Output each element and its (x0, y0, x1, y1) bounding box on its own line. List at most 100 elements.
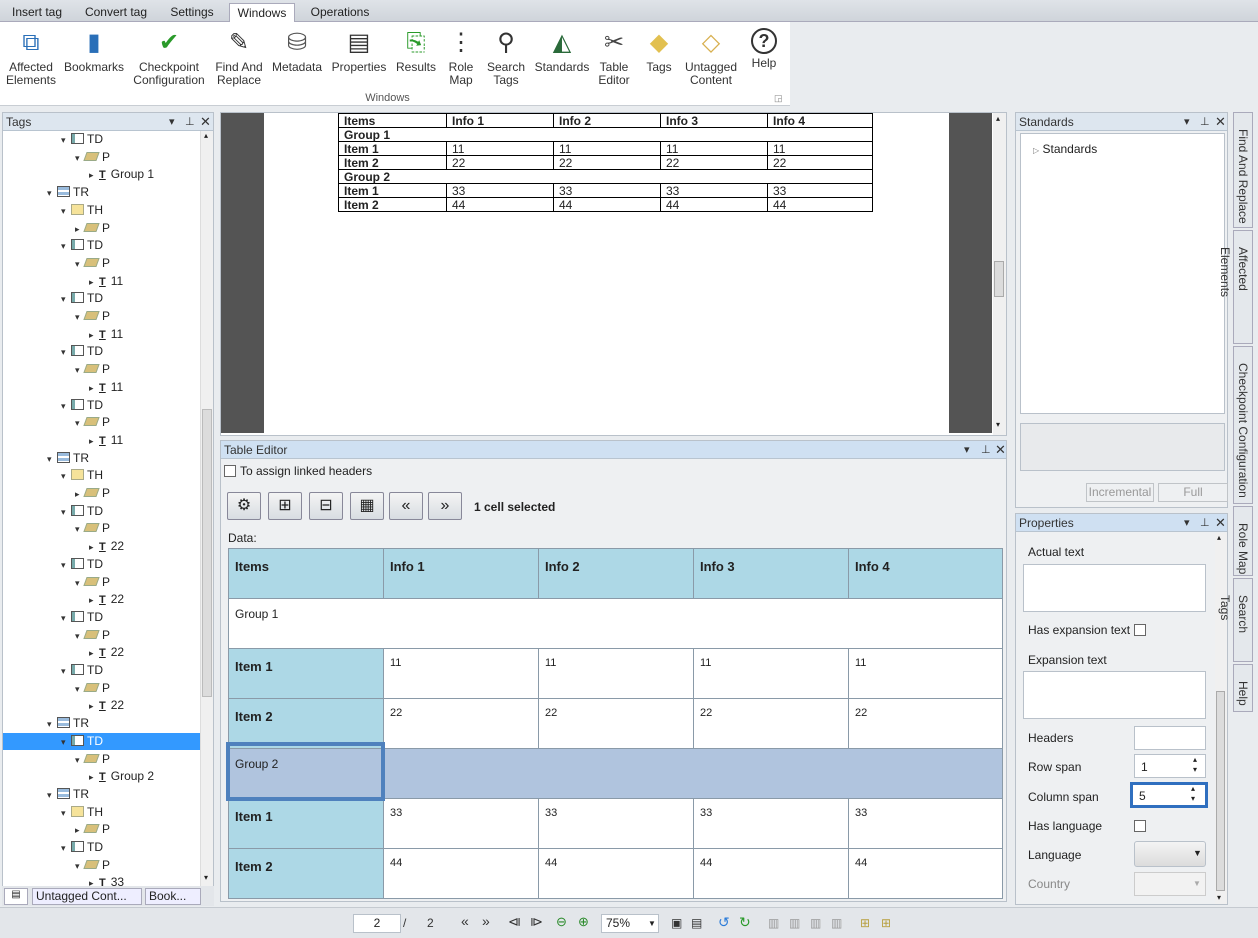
collapse-arrow-icon[interactable]: ▾ (61, 663, 71, 680)
std-menu-icon[interactable]: ▾ (1184, 113, 1190, 131)
document-table-cell[interactable]: Item 2 (338, 155, 447, 170)
document-table-cell[interactable]: Group 2 (338, 169, 873, 184)
column-span-stepper[interactable]: 5 ▴ ▾ (1130, 782, 1208, 808)
grid-data-cell[interactable]: 22 (538, 698, 694, 749)
panel-menu-icon[interactable]: ▾ (169, 113, 175, 131)
document-table-cell[interactable]: 44 (553, 197, 661, 212)
vtab-checkpoint-configuration[interactable]: Checkpoint Configuration (1233, 346, 1253, 504)
collapse-arrow-icon[interactable]: ▾ (61, 840, 71, 857)
tab-windows[interactable]: Windows (229, 3, 295, 23)
document-table-cell[interactable]: Items (338, 113, 447, 128)
collapse-arrow-icon[interactable]: ▾ (61, 132, 71, 149)
ribbon-button-metadata[interactable]: ⛁ Metadata (270, 24, 324, 74)
std-close-icon[interactable]: ✕ (1215, 113, 1226, 131)
collapse-arrow-icon[interactable]: ▾ (47, 451, 57, 468)
tag-tree-item[interactable]: ▾ TH (3, 202, 200, 219)
grid-header-cell[interactable]: Info 1 (383, 548, 539, 599)
document-table-cell[interactable]: 44 (660, 197, 768, 212)
document-table[interactable]: Items Info 1 Info 2 Info 3 Info 4 Group 1 Item… (338, 113, 873, 212)
props-scroll-down-icon[interactable]: ▾ (1217, 893, 1221, 902)
tag-tree-item[interactable]: ▾ P (3, 255, 200, 272)
tab-convert-tag[interactable]: Convert tag (78, 3, 154, 22)
tab-insert-tag[interactable]: Insert tag (4, 3, 70, 22)
ribbon-button-help[interactable]: ? Help (745, 24, 783, 70)
te-pin-icon[interactable]: ⊥ (981, 441, 991, 459)
document-table-cell[interactable]: Info 3 (660, 113, 768, 128)
tag-tree-item[interactable]: ▸ T 22 (3, 538, 200, 555)
expand-arrow-icon[interactable]: ▸ (89, 539, 99, 556)
dialog-launcher-icon[interactable]: ◲ (774, 93, 783, 104)
page-tool-2-icon[interactable]: ▥ (789, 916, 800, 930)
tag-tree-item[interactable]: ▾ TD (3, 237, 200, 254)
expand-arrow-icon[interactable]: ▸ (89, 274, 99, 291)
table-tool-2-icon[interactable]: ⊞ (881, 916, 891, 930)
zoom-out-icon[interactable]: ⊖ (556, 914, 567, 930)
tag-tree-item[interactable]: ▾ TD (3, 839, 200, 856)
previous-button[interactable]: « (389, 492, 423, 520)
spin-up-icon[interactable]: ▴ (1193, 755, 1197, 764)
grid-data-cell[interactable]: 22 (383, 698, 539, 749)
doc-scroll-thumb[interactable] (994, 261, 1004, 297)
tag-tree-item[interactable]: ▸ P (3, 220, 200, 237)
grid-data-cell[interactable]: 33 (693, 798, 849, 849)
collapse-arrow-icon[interactable]: ▾ (61, 805, 71, 822)
collapse-arrow-icon[interactable]: ▾ (61, 203, 71, 220)
tag-tree-item[interactable]: ▸ P (3, 821, 200, 838)
tag-tree-item[interactable]: ▾ P (3, 857, 200, 874)
document-table-cell[interactable]: 33 (446, 183, 554, 198)
assign-row-header-button[interactable]: ▦ (350, 492, 384, 520)
tab-operations[interactable]: Operations (302, 3, 378, 22)
standards-root-item[interactable]: ▷ Standards (1033, 142, 1097, 156)
tag-tree-item[interactable]: ▸ T 22 (3, 591, 200, 608)
expand-arrow-icon[interactable]: ▸ (89, 380, 99, 397)
assign-column-header-button[interactable]: ⊟ (309, 492, 343, 520)
tag-tree-item[interactable]: ▾ TR (3, 184, 200, 201)
collapse-arrow-icon[interactable]: ▾ (61, 734, 71, 751)
fit-page-icon[interactable]: ▣ (671, 916, 682, 930)
has-language-checkbox[interactable] (1134, 820, 1146, 832)
document-table-cell[interactable]: 11 (446, 141, 554, 156)
cell-properties-button[interactable]: ⚙ (227, 492, 261, 520)
tag-tree-item[interactable]: ▾ TD (3, 732, 200, 751)
tag-tree-item[interactable]: ▾ TD (3, 503, 200, 520)
props-menu-icon[interactable]: ▾ (1184, 514, 1190, 532)
document-table-cell[interactable]: Group 1 (338, 127, 873, 142)
tag-tree-item[interactable]: ▸ T 11 (3, 273, 200, 290)
collapse-arrow-icon[interactable]: ▾ (61, 504, 71, 521)
headers-input[interactable] (1134, 726, 1206, 750)
tag-tree-item[interactable]: ▾ P (3, 149, 200, 166)
tag-tree-item[interactable]: ▸ T 11 (3, 326, 200, 343)
tag-tree-item[interactable]: ▸ T Group 2 (3, 768, 200, 785)
document-table-cell[interactable]: 44 (767, 197, 873, 212)
grid-group-cell[interactable]: Group 1 (228, 598, 1003, 649)
grid-data-cell[interactable]: 33 (538, 798, 694, 849)
tag-tree-item[interactable]: ▾ TD (3, 662, 200, 679)
doc-scrollbar[interactable]: ▴ ▾ (993, 113, 1006, 435)
next-button[interactable]: » (428, 492, 462, 520)
tag-tree-item[interactable]: ▾ P (3, 520, 200, 537)
collapse-arrow-icon[interactable]: ▾ (61, 557, 71, 574)
tag-tree-item[interactable]: ▸ T 11 (3, 432, 200, 449)
document-table-cell[interactable]: 11 (553, 141, 661, 156)
collapse-arrow-icon[interactable]: ▾ (47, 787, 57, 804)
tag-tree-item[interactable]: ▾ P (3, 414, 200, 431)
rotate-right-icon[interactable]: ↻ (739, 914, 751, 931)
fit-width-icon[interactable]: ▤ (691, 916, 702, 930)
tag-tree-item[interactable]: ▸ T 22 (3, 644, 200, 661)
zoom-in-icon[interactable]: ⊕ (578, 914, 589, 930)
collapse-arrow-icon[interactable]: ▾ (47, 185, 57, 202)
collapse-arrow-icon[interactable]: ▾ (61, 238, 71, 255)
expand-arrow-icon[interactable]: ▸ (89, 433, 99, 450)
rotate-left-icon[interactable]: ↺ (718, 914, 730, 931)
grid-data-cell[interactable]: 44 (383, 848, 539, 899)
document-table-cell[interactable]: Item 2 (338, 197, 447, 212)
grid-data-cell[interactable]: 33 (848, 798, 1003, 849)
page-number-input[interactable]: 2 (353, 914, 401, 933)
col-spin-down-icon[interactable]: ▾ (1191, 794, 1195, 803)
document-table-cell[interactable]: 11 (767, 141, 873, 156)
tag-tree-item[interactable]: ▾ TH (3, 467, 200, 484)
table-tool-1-icon[interactable]: ⊞ (860, 916, 870, 930)
tag-tree-item[interactable]: ▾ TH (3, 804, 200, 821)
grid-data-cell[interactable]: 11 (383, 648, 539, 699)
document-table-cell[interactable]: 22 (767, 155, 873, 170)
